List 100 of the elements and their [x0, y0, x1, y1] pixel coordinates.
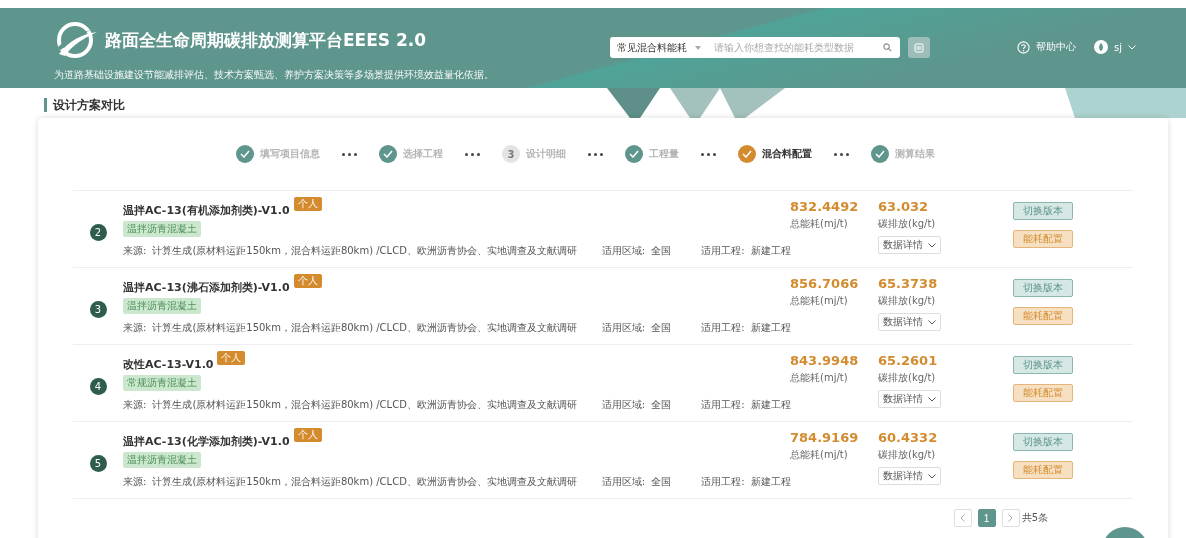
carbon-label: 碳排放(kg/t): [878, 294, 936, 308]
energy-label: 总能耗(mj/t): [790, 294, 848, 308]
row-index: 5: [89, 454, 107, 472]
row-index: 2: [89, 223, 107, 241]
region-text: 全国: [651, 475, 672, 489]
chevron-down-icon: [928, 242, 936, 248]
details-dropdown[interactable]: 数据详情: [878, 313, 941, 331]
category-tag: 温拌沥青混凝土: [123, 221, 201, 237]
category-select[interactable]: 常见混合料能耗: [617, 40, 712, 55]
carbon-label: 碳排放(kg/t): [878, 217, 936, 231]
energy-config-button[interactable]: 能耗配置: [1013, 384, 1073, 402]
step-separator-icon: [834, 152, 849, 156]
step-separator-icon: [701, 152, 716, 156]
row-index: 3: [89, 300, 107, 318]
chevron-down-icon: [928, 396, 936, 402]
user-menu[interactable]: sj: [1094, 40, 1136, 54]
app-title: 路面全生命周期碳排放测算平台EEES 2.0: [105, 28, 427, 52]
scheme-title: 温拌AC-13(化学添加剂类)-V1.0: [123, 434, 290, 449]
owner-badge: 个人: [293, 197, 322, 211]
switch-version-button[interactable]: 切换版本: [1013, 279, 1073, 297]
energy-value: 843.9948: [790, 353, 859, 368]
next-page-button[interactable]: [1001, 509, 1020, 527]
project-text: 新建工程: [750, 398, 791, 412]
energy-label: 总能耗(mj/t): [790, 448, 848, 462]
page-title: 设计方案对比: [44, 98, 125, 112]
details-dropdown[interactable]: 数据详情: [878, 236, 941, 254]
carbon-label: 碳排放(kg/t): [878, 371, 936, 385]
region-text: 全国: [651, 321, 672, 335]
chevron-down-icon: [928, 319, 936, 325]
source-label: 来源:: [123, 475, 147, 489]
energy-value: 832.4492: [790, 199, 859, 214]
carbon-value: 63.032: [878, 199, 929, 214]
carbon-value: 65.2601: [878, 353, 938, 368]
step-number: 3: [502, 145, 520, 163]
help-icon: [1017, 40, 1030, 54]
project-label: 适用工程:: [701, 244, 745, 258]
list-button[interactable]: [908, 37, 930, 58]
energy-config-button[interactable]: 能耗配置: [1013, 307, 1073, 325]
project-label: 适用工程:: [701, 321, 745, 335]
step-separator-icon: [588, 152, 603, 156]
avatar-icon: [1094, 40, 1108, 54]
energy-label: 总能耗(mj/t): [790, 217, 848, 231]
page-button[interactable]: 1: [977, 509, 996, 527]
step-label[interactable]: 设计明细: [526, 147, 566, 161]
step-label[interactable]: 填写项目信息: [260, 147, 320, 161]
search-icon[interactable]: [883, 43, 892, 52]
total-count: 共5条: [1021, 511, 1048, 525]
switch-version-button[interactable]: 切换版本: [1013, 356, 1073, 374]
step-separator-icon: [465, 152, 480, 156]
project-text: 新建工程: [750, 475, 791, 489]
energy-value: 784.9169: [790, 430, 859, 445]
region-label: 适用区域:: [601, 398, 646, 412]
switch-version-button[interactable]: 切换版本: [1013, 433, 1073, 451]
project-text: 新建工程: [750, 244, 791, 258]
scheme-title: 温拌AC-13(有机添加剂类)-V1.0: [123, 203, 290, 218]
source-text: 计算生成(原材料运距150km，混合料运距80km) /CLCD、欧洲沥青协会、实地调查及文献调研: [152, 244, 577, 258]
energy-config-button[interactable]: 能耗配置: [1013, 461, 1073, 479]
owner-badge: 个人: [293, 428, 322, 442]
carbon-value: 60.4332: [878, 430, 938, 445]
switch-version-button[interactable]: 切换版本: [1013, 202, 1073, 220]
category-tag: 常规沥青混凝土: [123, 375, 201, 391]
region-label: 适用区域:: [601, 321, 646, 335]
previous-page-button[interactable]: [953, 509, 972, 527]
step-separator-icon: [342, 152, 357, 156]
source-label: 来源:: [123, 321, 147, 335]
energy-config-button[interactable]: 能耗配置: [1013, 230, 1073, 248]
category-tag: 温拌沥青混凝土: [123, 452, 201, 468]
app-subtitle: 为道路基础设施建设节能减排评估、技术方案甄选、养护方案决策等多场景提供环境效益量化依据。: [54, 68, 495, 82]
source-text: 计算生成(原材料运距150km，混合料运距80km) /CLCD、欧洲沥青协会、实地调查及文献调研: [152, 321, 577, 335]
source-text: 计算生成(原材料运距150km，混合料运距80km) /CLCD、欧洲沥青协会、实地调查及文献调研: [152, 475, 577, 489]
step-label[interactable]: 测算结果: [895, 147, 935, 161]
chevron-down-icon: [928, 473, 936, 479]
project-label: 适用工程:: [701, 398, 745, 412]
carbon-label: 碳排放(kg/t): [878, 448, 936, 462]
carbon-value: 65.3738: [878, 276, 938, 291]
source-text: 计算生成(原材料运距150km，混合料运距80km) /CLCD、欧洲沥青协会、实地调查及文献调研: [152, 398, 577, 412]
chevron-down-icon: [1128, 44, 1136, 50]
scheme-title: 温拌AC-13(沸石添加剂类)-V1.0: [123, 280, 290, 295]
row-index: 4: [89, 377, 107, 395]
step-label[interactable]: 混合料配置: [762, 147, 812, 161]
details-dropdown[interactable]: 数据详情: [878, 467, 941, 485]
chevron-left-icon: [960, 514, 966, 522]
source-label: 来源:: [123, 244, 147, 258]
details-dropdown[interactable]: 数据详情: [878, 390, 941, 408]
region-label: 适用区域:: [601, 244, 646, 258]
energy-value: 856.7066: [790, 276, 859, 291]
region-text: 全国: [651, 398, 672, 412]
step-label[interactable]: 选择工程: [403, 147, 443, 161]
help-link[interactable]: 帮助中心: [1017, 40, 1076, 54]
energy-label: 总能耗(mj/t): [790, 371, 848, 385]
scheme-title: 改性AC-13-V1.0: [123, 357, 214, 372]
category-tag: 温拌沥青混凝土: [123, 298, 201, 314]
search-field[interactable]: 常见混合料能耗 请输入你想查找的能耗类型数据: [610, 37, 900, 58]
chevron-right-icon: [1008, 514, 1014, 522]
project-text: 新建工程: [750, 321, 791, 335]
region-label: 适用区域:: [601, 475, 646, 489]
project-label: 适用工程:: [701, 475, 745, 489]
step-label[interactable]: 工程量: [649, 147, 679, 161]
owner-badge: 个人: [217, 351, 246, 365]
list-icon: [914, 42, 924, 53]
